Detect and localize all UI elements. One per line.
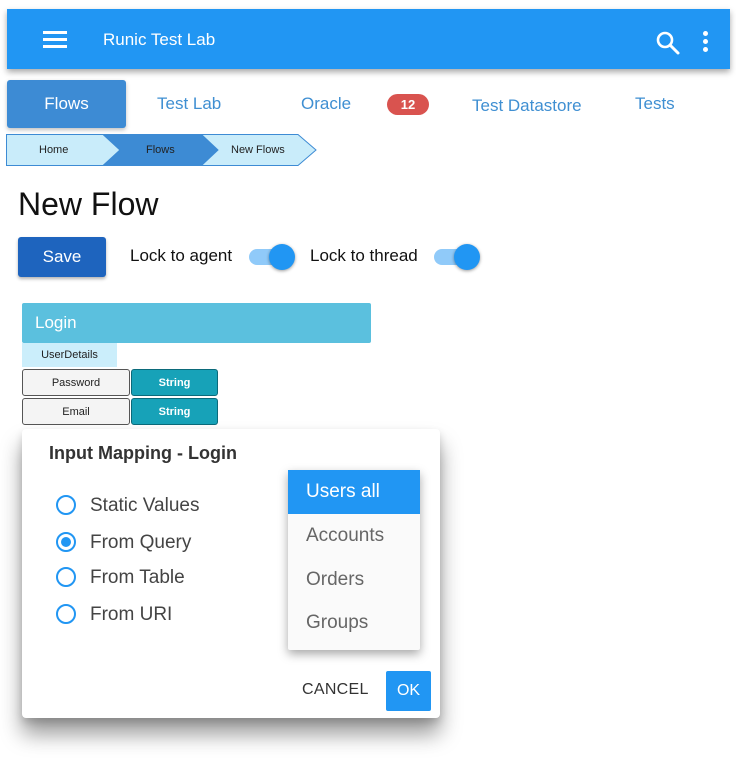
lock-to-agent-label: Lock to agent: [130, 246, 233, 265]
radio-checked-icon: [56, 532, 76, 552]
tab-test-lab[interactable]: Test Lab: [157, 80, 221, 128]
tab-tests[interactable]: Tests: [635, 80, 675, 128]
lock-to-thread-label: Lock to thread: [310, 246, 418, 265]
field-type-email[interactable]: String: [131, 398, 218, 425]
option-label: From Table: [90, 567, 185, 588]
breadcrumb-new-flows[interactable]: New Flows: [201, 134, 321, 166]
dialog-title: Input Mapping - Login: [49, 443, 237, 463]
field-name-email[interactable]: Email: [22, 398, 130, 425]
tab-flows[interactable]: Flows: [7, 80, 126, 128]
user-details-group: UserDetails: [22, 343, 117, 367]
option-label: Static Values: [90, 495, 200, 516]
option-label: From URI: [90, 604, 173, 625]
cancel-button[interactable]: CANCEL: [302, 681, 369, 699]
radio-unchecked-icon: [56, 495, 76, 515]
query-dropdown-menu: Users all Accounts Orders Groups: [288, 470, 420, 650]
hamburger-menu-icon[interactable]: [43, 31, 69, 49]
app-bar: Runic Test Lab: [7, 9, 730, 69]
option-label: From Query: [90, 532, 192, 553]
menu-item-users-all[interactable]: Users all: [288, 470, 420, 514]
field-type-password[interactable]: String: [131, 369, 218, 396]
breadcrumb-label: New Flows: [231, 144, 285, 156]
tab-test-datastore[interactable]: Test Datastore: [472, 82, 582, 130]
page-title: New Flow: [18, 186, 159, 222]
oracle-count-badge: 12: [387, 94, 429, 115]
toggle-thumb: [269, 244, 295, 270]
breadcrumb-label: Home: [39, 144, 69, 156]
lock-to-agent-toggle[interactable]: [249, 242, 297, 272]
breadcrumb-label: Flows: [146, 144, 175, 156]
lock-to-thread-toggle[interactable]: [434, 242, 482, 272]
toggle-thumb: [454, 244, 480, 270]
menu-item-accounts[interactable]: Accounts: [288, 514, 420, 558]
menu-item-groups[interactable]: Groups: [288, 601, 420, 645]
login-node-header[interactable]: Login: [22, 303, 371, 343]
more-vert-icon[interactable]: [697, 29, 713, 55]
save-button[interactable]: Save: [18, 237, 106, 277]
search-icon[interactable]: [655, 30, 681, 56]
radio-unchecked-icon: [56, 604, 76, 624]
menu-item-orders[interactable]: Orders: [288, 558, 420, 602]
app-title: Runic Test Lab: [103, 30, 216, 49]
radio-unchecked-icon: [56, 567, 76, 587]
field-name-password[interactable]: Password: [22, 369, 130, 396]
tab-oracle[interactable]: Oracle: [301, 80, 351, 128]
ok-button[interactable]: OK: [386, 671, 431, 711]
